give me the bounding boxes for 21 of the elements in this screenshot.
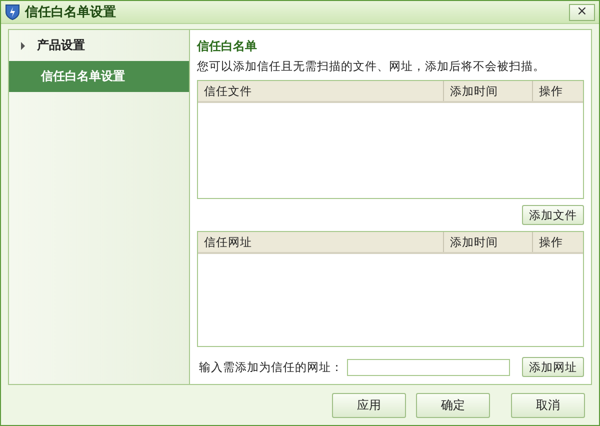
column-header[interactable]: 信任网址 [198, 232, 444, 252]
column-header[interactable]: 信任文件 [198, 81, 444, 101]
column-header[interactable]: 操作 [533, 232, 583, 252]
column-header[interactable]: 添加时间 [444, 232, 533, 252]
add-file-button[interactable]: 添加文件 [522, 205, 584, 225]
description-text: 您可以添加信任且无需扫描的文件、网址，添加后将不会被扫描。 [197, 59, 546, 74]
sidebar-item[interactable]: 产品设置 [9, 30, 189, 61]
add-url-button[interactable]: 添加网址 [522, 357, 584, 377]
section-title: 信任白名单 [197, 38, 258, 55]
column-header[interactable]: 操作 [533, 81, 583, 101]
dialog-button[interactable]: 确定 [416, 393, 490, 418]
shield-icon [5, 4, 20, 20]
url-input-field[interactable] [347, 358, 510, 376]
close-button[interactable]: × [569, 4, 595, 20]
dialog-button[interactable]: 取消 [511, 393, 585, 418]
dialog-button[interactable]: 应用 [332, 393, 406, 418]
url-label: 输入需添加为信任的网址： [199, 360, 343, 374]
sidebar-item[interactable]: 信任白名单设置 [9, 61, 189, 92]
column-header[interactable]: 添加时间 [444, 81, 533, 101]
window-title: 信任白名单设置 [25, 4, 117, 21]
expand-arrow-icon [21, 42, 25, 50]
